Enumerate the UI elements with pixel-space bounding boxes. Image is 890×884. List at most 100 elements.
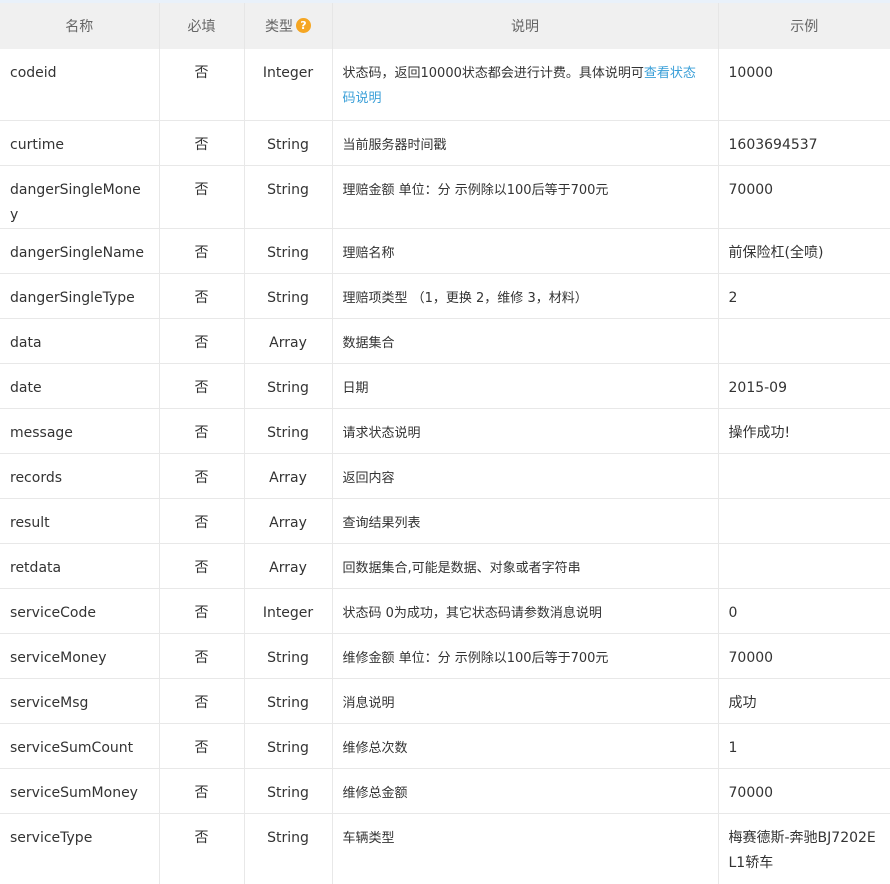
cell-example: 10000 [718,49,890,121]
cell-type: String [244,723,333,769]
cell-name: curtime [0,120,160,166]
cell-description: 回数据集合,可能是数据、对象或者字符串 [332,543,719,589]
cell-required: 否 [159,318,245,364]
table-row: serviceCode 否 Integer 状态码 0为成功，其它状态码请参数消… [0,588,890,634]
cell-name: serviceSumCount [0,723,160,769]
cell-type: String [244,678,333,724]
table-row: dangerSingleMoney 否 String 理赔金额 单位：分 示例除… [0,165,890,229]
cell-name: dangerSingleType [0,273,160,319]
cell-example: 1 [718,723,890,769]
cell-required: 否 [159,408,245,454]
header-type-label: 类型 [265,19,293,35]
cell-example: 70000 [718,633,890,679]
header-example: 示例 [718,3,890,49]
cell-example [718,318,890,364]
cell-required: 否 [159,120,245,166]
header-description: 说明 [332,3,719,49]
cell-description: 维修总金额 [332,768,719,814]
cell-name: codeid [0,49,160,121]
cell-name: message [0,408,160,454]
cell-description: 车辆类型 [332,813,719,884]
cell-required: 否 [159,453,245,499]
cell-description: 维修总次数 [332,723,719,769]
cell-type: String [244,363,333,409]
cell-description: 查询结果列表 [332,498,719,544]
cell-type: Integer [244,588,333,634]
header-row: 名称 必填 类型? 说明 示例 [0,3,890,49]
cell-required: 否 [159,678,245,724]
cell-required: 否 [159,588,245,634]
header-type: 类型? [244,3,333,49]
cell-description: 当前服务器时间戳 [332,120,719,166]
cell-example: 2015-09 [718,363,890,409]
cell-type: Array [244,453,333,499]
cell-type: String [244,813,333,884]
cell-example: 70000 [718,165,890,229]
table-body: codeid 否 Integer 状态码，返回10000状态都会进行计费。具体说… [0,49,890,884]
response-params-table: 名称 必填 类型? 说明 示例 codeid 否 Integer 状态码，返回1… [0,3,890,884]
cell-description: 维修金额 单位：分 示例除以100后等于700元 [332,633,719,679]
cell-required: 否 [159,228,245,274]
cell-name: records [0,453,160,499]
cell-required: 否 [159,723,245,769]
cell-type: Array [244,498,333,544]
table-row: retdata 否 Array 回数据集合,可能是数据、对象或者字符串 [0,543,890,589]
cell-example [718,543,890,589]
cell-name: dangerSingleMoney [0,165,160,229]
help-icon[interactable]: ? [296,18,311,33]
cell-name: serviceMoney [0,633,160,679]
cell-description: 状态码，返回10000状态都会进行计费。具体说明可查看状态码说明 [332,49,719,121]
table-row: curtime 否 String 当前服务器时间戳 1603694537 [0,120,890,166]
cell-type: String [244,408,333,454]
cell-type: String [244,633,333,679]
table-row: dangerSingleType 否 String 理赔项类型 （1，更换 2，… [0,273,890,319]
cell-required: 否 [159,49,245,121]
cell-name: result [0,498,160,544]
cell-type: Array [244,543,333,589]
table-row: serviceSumMoney 否 String 维修总金额 70000 [0,768,890,814]
cell-required: 否 [159,768,245,814]
cell-name: data [0,318,160,364]
table-header: 名称 必填 类型? 说明 示例 [0,3,890,49]
cell-type: String [244,273,333,319]
cell-type: String [244,768,333,814]
cell-type: String [244,165,333,229]
cell-example: 操作成功! [718,408,890,454]
cell-description: 请求状态说明 [332,408,719,454]
cell-description: 理赔金额 单位：分 示例除以100后等于700元 [332,165,719,229]
cell-required: 否 [159,363,245,409]
cell-type: String [244,228,333,274]
cell-example: 0 [718,588,890,634]
table-row: serviceMoney 否 String 维修金额 单位：分 示例除以100后… [0,633,890,679]
header-name: 名称 [0,3,160,49]
cell-name: serviceSumMoney [0,768,160,814]
table-row: codeid 否 Integer 状态码，返回10000状态都会进行计费。具体说… [0,49,890,121]
cell-required: 否 [159,813,245,884]
table-row: serviceType 否 String 车辆类型 梅赛德斯-奔驰BJ7202E… [0,813,890,884]
cell-example: 70000 [718,768,890,814]
cell-example: 1603694537 [718,120,890,166]
table-row: message 否 String 请求状态说明 操作成功! [0,408,890,454]
cell-description: 理赔名称 [332,228,719,274]
cell-type: Integer [244,49,333,121]
cell-description: 数据集合 [332,318,719,364]
table-row: serviceMsg 否 String 消息说明 成功 [0,678,890,724]
cell-required: 否 [159,165,245,229]
cell-required: 否 [159,273,245,319]
table-row: dangerSingleName 否 String 理赔名称 前保险杠(全喷) [0,228,890,274]
cell-example: 2 [718,273,890,319]
table-row: data 否 Array 数据集合 [0,318,890,364]
cell-description: 返回内容 [332,453,719,499]
cell-description: 消息说明 [332,678,719,724]
cell-name: date [0,363,160,409]
cell-type: Array [244,318,333,364]
cell-name: dangerSingleName [0,228,160,274]
cell-name: retdata [0,543,160,589]
cell-required: 否 [159,633,245,679]
cell-example [718,453,890,499]
table-row: records 否 Array 返回内容 [0,453,890,499]
cell-required: 否 [159,498,245,544]
cell-name: serviceMsg [0,678,160,724]
cell-example: 梅赛德斯-奔驰BJ7202EL1轿车 [728,829,876,871]
cell-description: 理赔项类型 （1，更换 2，维修 3，材料） [332,273,719,319]
